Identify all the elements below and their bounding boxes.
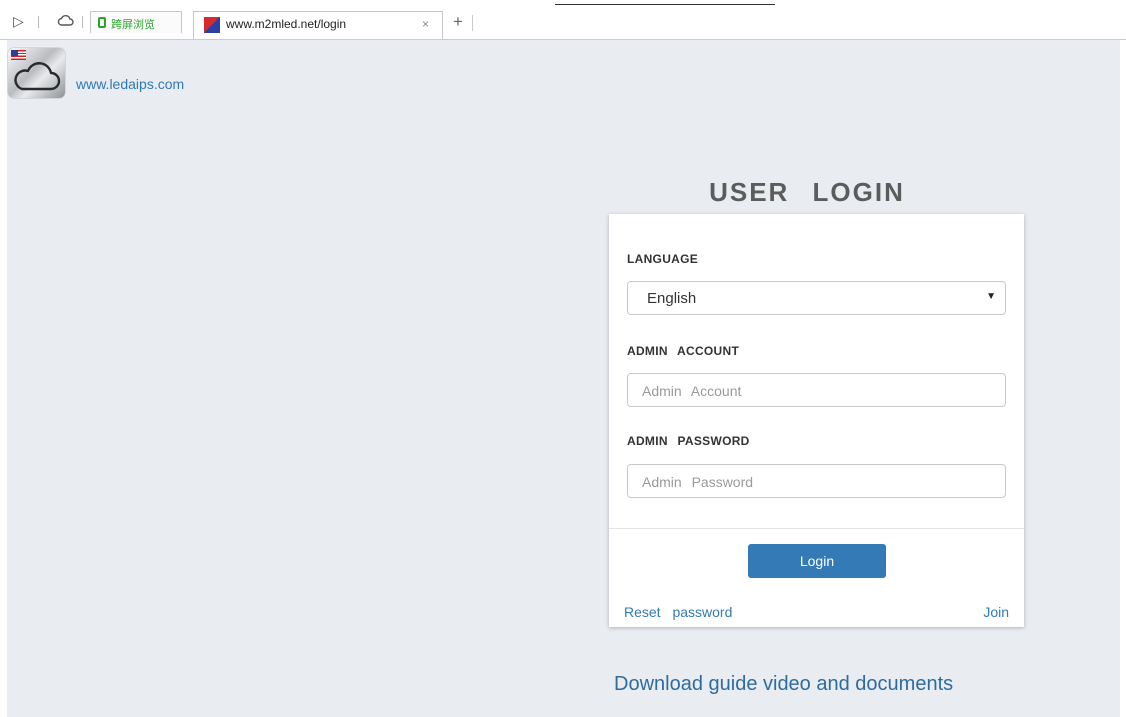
tab-login-page[interactable]: www.m2mled.net/login × — [193, 11, 443, 40]
sidebar-toggle-icon[interactable]: ▷ — [13, 14, 24, 28]
plus-icon[interactable]: + — [453, 13, 463, 30]
site-link[interactable]: www.ledaips.com — [76, 76, 184, 92]
language-label: LANGUAGE — [627, 252, 699, 266]
page-content: www.ledaips.com USER LOGIN LANGUAGE Engl… — [7, 40, 1120, 717]
toolbar-separator — [82, 16, 83, 28]
reset-password-link[interactable]: Reset password — [624, 604, 732, 620]
decorative-underline — [555, 4, 775, 5]
password-placeholder: Admin Password — [642, 474, 754, 490]
browser-chrome: ▷ 跨屏浏览 www.m2mled.net/login × + — [0, 0, 1126, 40]
us-flag-icon — [11, 50, 26, 60]
tabbar-separator — [472, 15, 473, 31]
toolbar-separator — [38, 16, 39, 28]
close-icon[interactable]: × — [422, 17, 429, 31]
cloud-logo-icon[interactable] — [8, 48, 65, 98]
tab-cross-screen[interactable]: 跨屏浏览 — [90, 11, 182, 33]
language-select-value: English — [647, 290, 697, 307]
account-input[interactable]: Admin Account — [627, 373, 1006, 407]
login-button[interactable]: Login — [748, 544, 886, 578]
password-label: ADMIN PASSWORD — [627, 434, 750, 448]
language-select[interactable]: English ▼ — [627, 281, 1006, 315]
site-favicon-icon — [204, 17, 220, 33]
chevron-down-icon: ▼ — [986, 291, 996, 302]
login-card: LANGUAGE English ▼ ADMIN ACCOUNT Admin A… — [609, 214, 1024, 627]
download-guide-link[interactable]: Download guide video and documents — [614, 673, 953, 696]
phone-icon — [98, 17, 106, 28]
page-title: USER LOGIN — [709, 177, 905, 207]
account-placeholder: Admin Account — [642, 383, 742, 399]
tab-login-page-label: www.m2mled.net/login — [226, 17, 347, 31]
tab-cross-screen-label: 跨屏浏览 — [111, 19, 155, 31]
cloud-icon[interactable] — [57, 13, 74, 29]
card-divider — [609, 528, 1024, 529]
account-label: ADMIN ACCOUNT — [627, 344, 740, 358]
join-link[interactable]: Join — [983, 604, 1009, 620]
password-input[interactable]: Admin Password — [627, 464, 1006, 498]
